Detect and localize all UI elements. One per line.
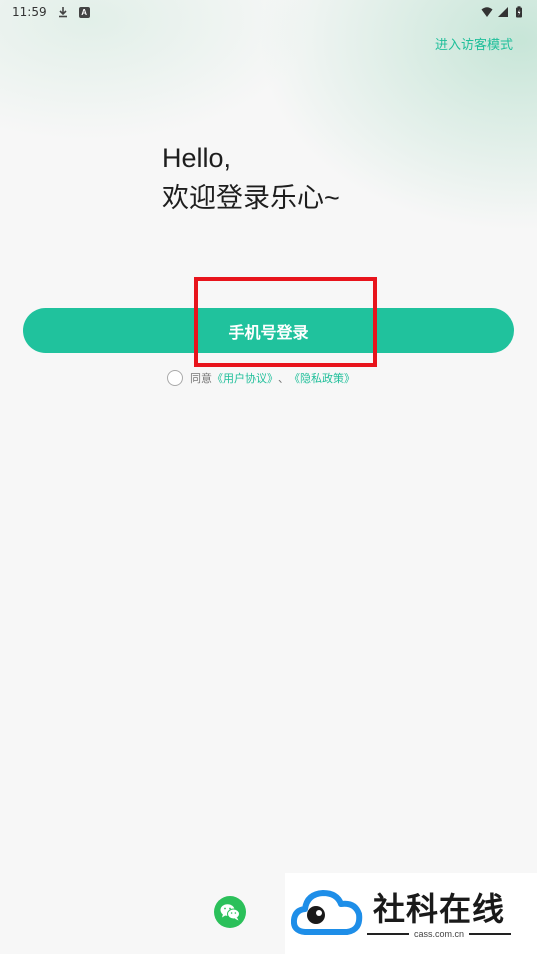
greeting-welcome: 欢迎登录乐心~ (162, 183, 340, 213)
agreement-prefix: 同意 (190, 372, 212, 385)
user-agreement-link[interactable]: 《用户协议》 (212, 370, 278, 386)
agreement-row: 同意 《用户协议》 、 《隐私政策》 (167, 370, 355, 386)
status-left: 11:59 A (12, 5, 90, 19)
watermark-title: 社科在线 (373, 889, 506, 928)
privacy-policy-link[interactable]: 《隐私政策》 (289, 370, 355, 386)
agreement-checkbox[interactable] (167, 370, 183, 386)
a-notification-icon: A (78, 6, 90, 18)
greeting-hello: Hello, (162, 143, 232, 173)
divider (367, 932, 409, 935)
divider (469, 932, 512, 935)
watermark-subtitle-row: cass.com.cn (367, 928, 512, 939)
watermark: 社科在线 cass.com.cn (285, 873, 537, 954)
watermark-subtitle: cass.com.cn (414, 928, 465, 939)
battery-charging-icon (516, 6, 522, 18)
wechat-login-button[interactable] (214, 896, 246, 928)
phone-login-button[interactable]: 手机号登录 (23, 308, 514, 353)
status-right (481, 6, 525, 18)
wechat-icon (220, 904, 240, 921)
watermark-text: 社科在线 cass.com.cn (367, 889, 512, 939)
wifi-icon (481, 7, 493, 17)
status-time: 11:59 (12, 5, 47, 19)
signal-icon (498, 7, 508, 17)
download-icon (58, 7, 67, 18)
guest-mode-link[interactable]: 进入访客模式 (435, 34, 513, 53)
agreement-separator: 、 (278, 372, 289, 385)
greeting: Hello, 欢迎登录乐心~ (162, 138, 340, 218)
status-bar: 11:59 A (0, 0, 537, 24)
login-screen: 11:59 A 进入访客模式 Hello, 欢迎登录乐心~ 手机号登录 同意 《… (0, 0, 537, 954)
cloud-eye-logo-icon (291, 889, 363, 935)
